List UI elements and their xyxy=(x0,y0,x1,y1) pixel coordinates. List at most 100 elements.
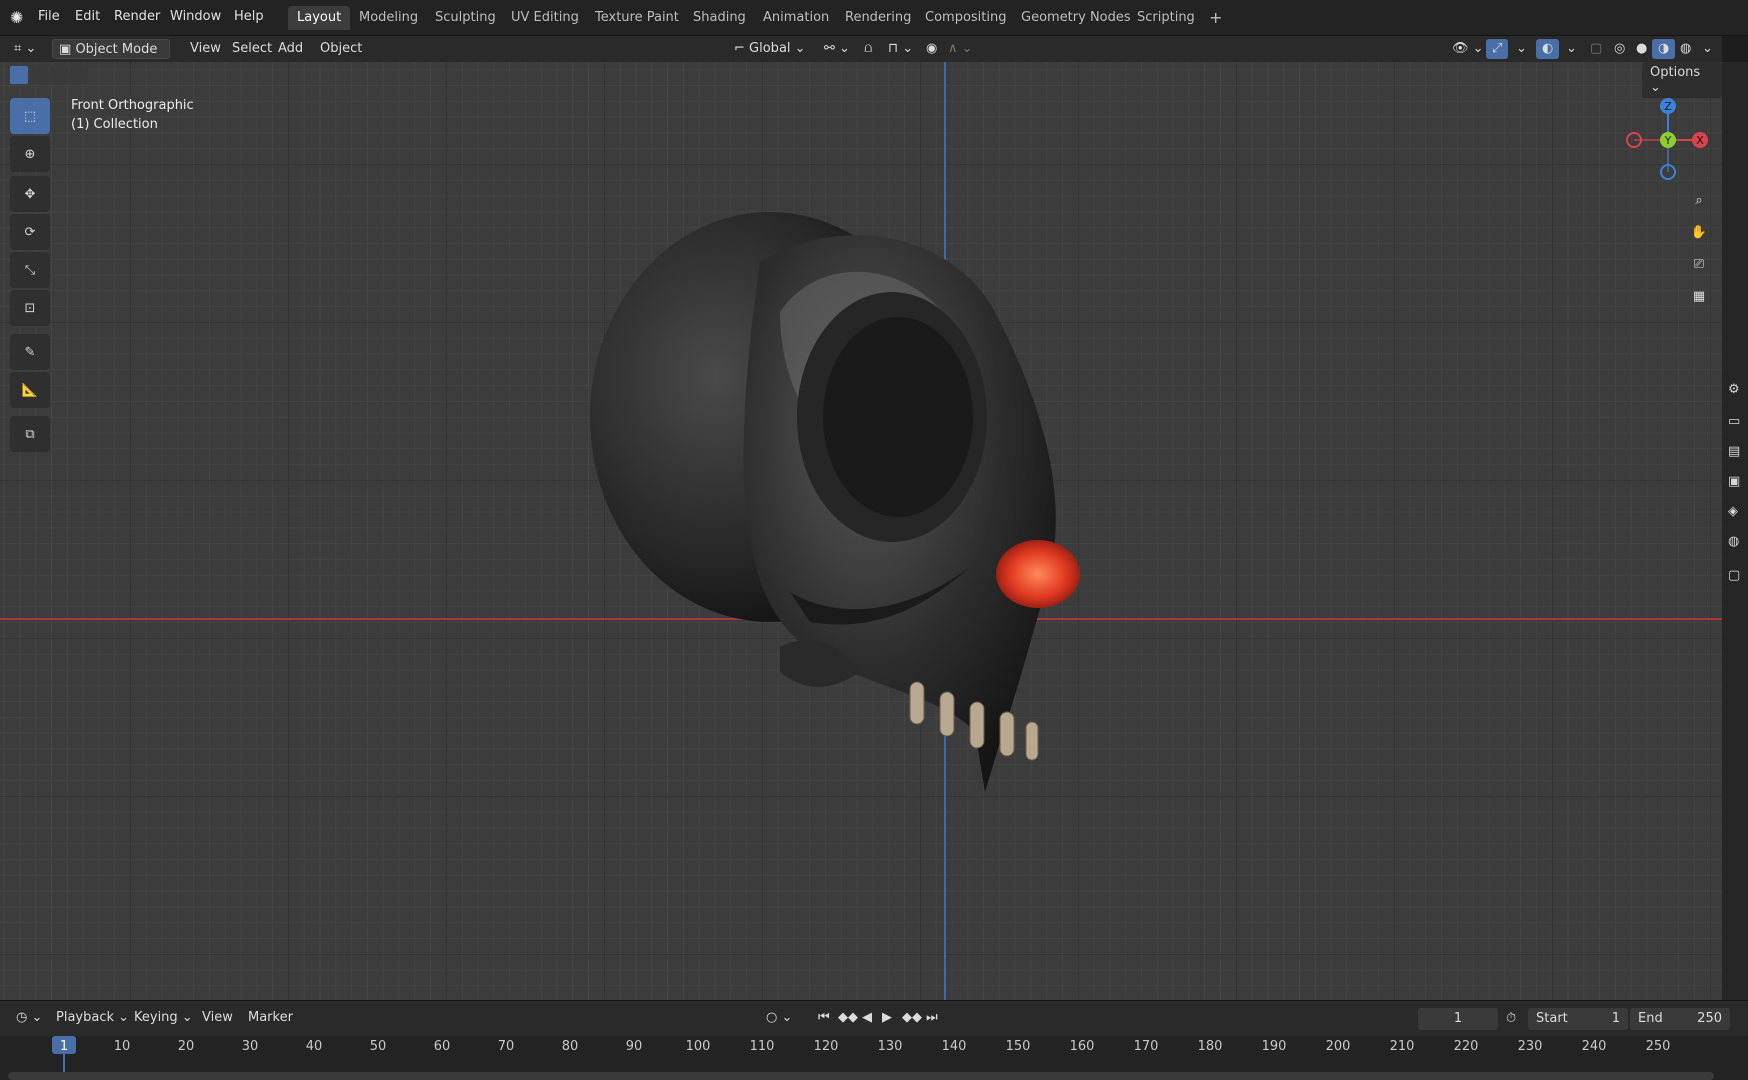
scale-icon: ⤡ xyxy=(24,262,36,278)
frame-label-160: 160 xyxy=(1069,1039,1095,1054)
collection-props-icon[interactable]: ▢ xyxy=(1728,568,1740,583)
current-frame-field[interactable]: 1 xyxy=(1418,1008,1498,1030)
tab-layout[interactable]: Layout xyxy=(288,6,351,30)
end-frame-field[interactable]: End 250 xyxy=(1630,1008,1730,1030)
xray-icon[interactable]: ▢ xyxy=(1584,39,1608,59)
frame-label-90: 90 xyxy=(625,1039,643,1054)
tab-modeling[interactable]: Modeling xyxy=(350,6,427,30)
select-intersect-icon[interactable] xyxy=(70,66,88,84)
shading-dropdown-icon[interactable]: ⌄ xyxy=(1696,39,1719,59)
menu-render[interactable]: Render xyxy=(114,9,160,24)
play-icon[interactable]: ▶ xyxy=(876,1008,898,1028)
cursor-tool[interactable]: ⊕ xyxy=(10,136,50,172)
tab-shading[interactable]: Shading xyxy=(684,6,755,30)
add-cube-tool[interactable]: ⧉ xyxy=(10,416,50,452)
visibility-icon[interactable]: 👁 ⌄ xyxy=(1446,39,1490,59)
move-tool[interactable]: ✥ xyxy=(10,176,50,212)
scene-props-icon[interactable]: ◈ xyxy=(1728,504,1738,519)
jump-end-icon[interactable]: ⏭ xyxy=(920,1008,944,1028)
pivot-point-icon[interactable]: ⚯ ⌄ xyxy=(818,39,856,59)
playhead-line xyxy=(63,1054,65,1074)
camera-view-icon[interactable]: ⎚ xyxy=(1685,250,1713,278)
gizmo-y-label: Y xyxy=(1664,134,1672,147)
frame-label-20: 20 xyxy=(177,1039,195,1054)
menu-playback[interactable]: Playback ⌄ xyxy=(50,1008,135,1028)
timeline-scrollbar[interactable] xyxy=(8,1072,1714,1080)
zoom-icon[interactable]: ⌕ xyxy=(1685,186,1713,214)
menu-edit[interactable]: Edit xyxy=(75,9,100,24)
transform-tool[interactable]: ⊡ xyxy=(10,290,50,326)
mode-dropdown[interactable]: ▣ Object Mode ⌄ xyxy=(52,39,170,72)
tool-props-icon[interactable]: ⚙ xyxy=(1728,382,1740,397)
falloff-icon[interactable]: ∧ ⌄ xyxy=(942,39,979,59)
rotate-tool[interactable]: ⟳ xyxy=(10,214,50,250)
menu-keying[interactable]: Keying ⌄ xyxy=(128,1008,199,1028)
snap-target-icon[interactable]: ⊓ ⌄ xyxy=(882,39,919,59)
timeline-ruler[interactable] xyxy=(0,1036,1748,1080)
properties-strip[interactable]: ⚙ ▭ ▤ ▣ ◈ ◍ ▢ xyxy=(1722,62,1748,1000)
menu-add[interactable]: Add xyxy=(272,39,309,59)
tab-uv-editing[interactable]: UV Editing xyxy=(502,6,588,30)
tab-texture-paint[interactable]: Texture Paint xyxy=(586,6,688,30)
annotate-tool[interactable]: ✎ xyxy=(10,334,50,370)
add-workspace-button[interactable]: + xyxy=(1200,4,1231,28)
pan-hand-icon[interactable]: ✋ xyxy=(1685,218,1713,246)
editor-type-icon[interactable]: ⌗ ⌄ xyxy=(8,39,42,59)
blender-logo-icon[interactable]: ✺ xyxy=(10,8,30,28)
select-extend-icon[interactable] xyxy=(30,66,48,84)
navigation-gizmo[interactable]: Z X Y xyxy=(1620,92,1710,182)
overlay-dropdown-icon[interactable]: ⌄ xyxy=(1560,39,1583,59)
3d-viewport[interactable]: Options ⌄ Front Orthographic (1) Collect… xyxy=(0,62,1722,1000)
gizmo-dropdown-icon[interactable]: ⌄ xyxy=(1510,39,1533,59)
snap-icon[interactable]: ⩍ xyxy=(858,39,878,59)
select-subtract-icon[interactable] xyxy=(50,66,68,84)
frame-label-50: 50 xyxy=(369,1039,387,1054)
select-box-tool[interactable]: ⬚ xyxy=(10,98,50,134)
skull-model[interactable] xyxy=(580,172,1140,792)
ortho-grid-icon[interactable]: ▦ xyxy=(1685,282,1713,310)
proportional-edit-icon[interactable]: ◉ xyxy=(920,39,943,59)
frame-label-80: 80 xyxy=(561,1039,579,1054)
preview-range-icon[interactable]: ⏱ xyxy=(1506,1011,1516,1026)
mode-label: Object Mode xyxy=(75,42,158,57)
solid-shading-icon[interactable]: ● xyxy=(1630,39,1653,59)
ruler-icon: 📐 xyxy=(21,382,39,398)
options-label: Options xyxy=(1650,65,1701,80)
tab-animation[interactable]: Animation xyxy=(754,6,838,30)
menu-window[interactable]: Window xyxy=(170,9,221,24)
wireframe-shading-icon[interactable]: ◎ xyxy=(1608,39,1631,59)
transform-orientation-dropdown[interactable]: ⌐ Global ⌄ xyxy=(728,39,812,59)
menu-view[interactable]: View xyxy=(184,39,227,59)
select-new-icon[interactable] xyxy=(10,66,28,84)
auto-key-icon[interactable]: ○ ⌄ xyxy=(760,1008,798,1028)
tab-compositing[interactable]: Compositing xyxy=(916,6,1016,30)
overlay-toggle-icon[interactable]: ◐ xyxy=(1536,39,1560,59)
start-frame-field[interactable]: Start 1 xyxy=(1528,1008,1628,1030)
frame-label-130: 130 xyxy=(877,1039,903,1054)
rendered-shading-icon[interactable]: ◍ xyxy=(1674,39,1697,59)
tab-sculpting[interactable]: Sculpting xyxy=(426,6,505,30)
frame-label-100: 100 xyxy=(685,1039,711,1054)
view-layer-icon[interactable]: ▣ xyxy=(1728,474,1740,489)
gizmo-toggle-icon[interactable]: ⤢ xyxy=(1486,39,1509,59)
menu-select[interactable]: Select xyxy=(226,39,278,59)
output-props-icon[interactable]: ▤ xyxy=(1728,444,1740,459)
menu-file[interactable]: File xyxy=(38,9,60,24)
tab-rendering[interactable]: Rendering xyxy=(836,6,920,30)
play-reverse-icon[interactable]: ◀ xyxy=(856,1008,878,1028)
frame-label-70: 70 xyxy=(497,1039,515,1054)
material-shading-icon[interactable]: ◑ xyxy=(1652,39,1676,59)
menu-timeline-view[interactable]: View xyxy=(196,1008,239,1028)
viewport-info: Front Orthographic (1) Collection xyxy=(71,96,194,134)
tab-geometry-nodes[interactable]: Geometry Nodes xyxy=(1012,6,1140,30)
world-props-icon[interactable]: ◍ xyxy=(1728,534,1739,549)
menu-marker[interactable]: Marker xyxy=(242,1008,299,1028)
tab-scripting[interactable]: Scripting xyxy=(1128,6,1204,30)
menu-help[interactable]: Help xyxy=(234,9,264,24)
scale-tool[interactable]: ⤡ xyxy=(10,252,50,288)
measure-tool[interactable]: 📐 xyxy=(10,372,50,408)
transform-icon: ⊡ xyxy=(24,300,36,316)
timeline-editor-icon[interactable]: ◷ ⌄ xyxy=(10,1008,48,1028)
menu-object[interactable]: Object xyxy=(314,39,368,59)
render-props-icon[interactable]: ▭ xyxy=(1728,414,1740,429)
